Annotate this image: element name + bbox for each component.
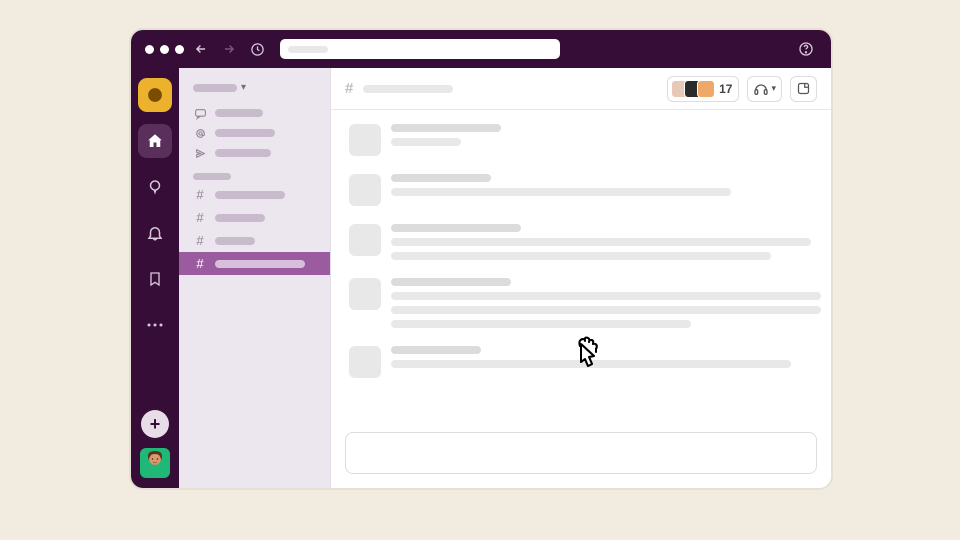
- canvas-button[interactable]: [790, 76, 817, 102]
- channel-item[interactable]: #: [179, 206, 330, 229]
- main-content: # 17 ▾: [331, 68, 831, 488]
- back-icon[interactable]: [190, 38, 212, 60]
- message[interactable]: [349, 278, 813, 328]
- message[interactable]: [349, 224, 813, 260]
- message[interactable]: [349, 346, 813, 378]
- member-count: 17: [719, 82, 732, 96]
- sidebar-item[interactable]: [179, 143, 330, 163]
- sidebar-item[interactable]: [179, 103, 330, 123]
- sidebar-item[interactable]: [179, 123, 330, 143]
- channels-section-header[interactable]: [179, 163, 330, 183]
- channel-item[interactable]: #: [179, 252, 330, 275]
- user-avatar[interactable]: [140, 448, 170, 478]
- channel-item[interactable]: #: [179, 183, 330, 206]
- activity-icon[interactable]: [138, 216, 172, 250]
- workspace-rail: +: [131, 68, 179, 488]
- message-avatar: [349, 124, 381, 156]
- dms-icon[interactable]: [138, 170, 172, 204]
- home-icon[interactable]: [138, 124, 172, 158]
- message-list: [331, 110, 831, 428]
- message-composer[interactable]: [345, 432, 817, 474]
- create-button[interactable]: +: [141, 410, 169, 438]
- message-avatar: [349, 278, 381, 310]
- message[interactable]: [349, 174, 813, 206]
- search-input[interactable]: [280, 39, 560, 59]
- workspace-name[interactable]: ▾: [179, 78, 330, 103]
- workspace-switcher[interactable]: [138, 78, 172, 112]
- titlebar: [131, 30, 831, 68]
- history-icon[interactable]: [246, 38, 268, 60]
- forward-icon[interactable]: [218, 38, 240, 60]
- help-icon[interactable]: [795, 38, 817, 60]
- huddle-button[interactable]: ▾: [747, 76, 782, 102]
- channel-sidebar: ▾ ####: [179, 68, 331, 488]
- saved-icon[interactable]: [138, 262, 172, 296]
- channel-item[interactable]: #: [179, 229, 330, 252]
- message-avatar: [349, 174, 381, 206]
- message-avatar: [349, 346, 381, 378]
- hash-icon: #: [345, 80, 353, 97]
- channel-header: # 17 ▾: [331, 68, 831, 110]
- channel-title[interactable]: [363, 85, 453, 93]
- member-avatar: [697, 80, 715, 98]
- window-controls[interactable]: [145, 45, 184, 54]
- message[interactable]: [349, 124, 813, 156]
- more-icon[interactable]: [138, 308, 172, 342]
- app-window: + ▾ #### # 17: [131, 30, 831, 488]
- message-avatar: [349, 224, 381, 256]
- member-count-button[interactable]: 17: [667, 76, 739, 102]
